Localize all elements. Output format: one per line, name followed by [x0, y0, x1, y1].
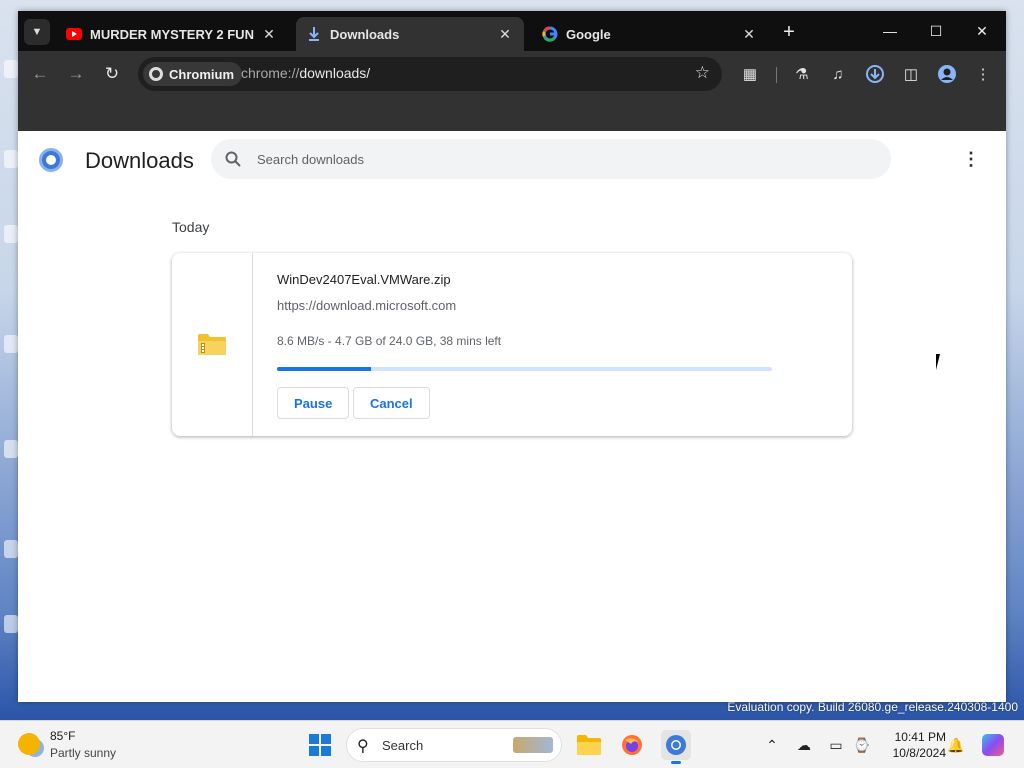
search-highlight-image — [513, 737, 553, 753]
onedrive-offline-icon[interactable]: ☁ — [794, 735, 814, 755]
url-path: downloads/ — [299, 65, 371, 81]
network-icon[interactable]: ⌚ — [852, 735, 872, 755]
tab-title: Google — [566, 26, 611, 42]
file-explorer-app[interactable] — [574, 730, 604, 760]
extensions-icon[interactable]: ▦ — [738, 62, 762, 86]
bookmarks-bar — [18, 97, 1006, 131]
copilot-pre-icon[interactable] — [982, 734, 1004, 756]
chromium-icon — [149, 67, 163, 81]
taskbar-search-label: Search — [382, 738, 424, 753]
notification-bell-icon[interactable]: 🔔 — [946, 735, 966, 755]
downloads-toolbar-icon[interactable] — [863, 62, 887, 86]
url-text[interactable]: chrome://downloads/ — [241, 65, 370, 81]
back-button[interactable]: ← — [28, 62, 52, 86]
browser-toolbar: ← → ↻ Chromium chrome://downloads/ ☆ ▦ ⚗… — [18, 51, 1006, 97]
minimize-button[interactable]: — — [870, 19, 910, 43]
date-section-label: Today — [172, 219, 210, 235]
desktop-icon[interactable] — [4, 150, 18, 168]
google-icon — [542, 26, 558, 42]
address-bar[interactable]: Chromium chrome://downloads/ ☆ — [138, 57, 722, 91]
chromium-app[interactable] — [661, 730, 691, 764]
clock-date: 10/8/2024 — [892, 746, 946, 760]
browser-window: ▼ MURDER MYSTERY 2 FUNNY M ✕ Downloads ✕… — [18, 11, 1006, 702]
weather-temperature: 85°F — [50, 729, 76, 743]
taskbar-search[interactable]: ⚲ Search — [346, 728, 562, 762]
tab-search-button[interactable]: ▼ — [24, 19, 50, 45]
close-tab-icon[interactable]: ✕ — [496, 25, 514, 43]
zip-file-icon — [198, 333, 226, 355]
desktop-icon[interactable] — [4, 335, 18, 353]
chromium-icon — [666, 735, 686, 755]
chevron-down-icon: ▼ — [31, 26, 43, 38]
evaluation-watermark: Evaluation copy. Build 26080.ge_release.… — [727, 700, 1018, 714]
maximize-button[interactable]: ☐ — [916, 19, 956, 43]
media-controls-icon[interactable]: ♫ — [826, 62, 850, 86]
display-icon[interactable]: ▭ — [826, 735, 846, 755]
desktop-icon[interactable] — [4, 540, 18, 558]
toolbar-separator — [776, 67, 777, 83]
reload-icon: ↻ — [104, 64, 120, 83]
folder-icon — [577, 735, 601, 755]
system-clock[interactable]: 10:41 PM 10/8/2024 — [870, 729, 946, 761]
close-tab-icon[interactable]: ✕ — [260, 25, 278, 43]
weather-description: Partly sunny — [50, 746, 117, 760]
download-progress-bar — [277, 367, 772, 371]
arrow-left-icon: ← — [31, 64, 49, 83]
desktop-icon[interactable] — [4, 440, 18, 458]
site-info-chip[interactable]: Chromium — [143, 62, 242, 86]
tab-google[interactable]: Google ✕ — [532, 17, 768, 51]
url-scheme: chrome:// — [241, 65, 300, 81]
search-icon: ⚲ — [357, 738, 369, 755]
bookmark-star-icon[interactable]: ☆ — [695, 63, 710, 83]
labs-flask-icon[interactable]: ⚗ — [790, 62, 814, 86]
tab-title: MURDER MYSTERY 2 FUNNY M — [90, 26, 254, 42]
reload-button[interactable]: ↻ — [100, 62, 124, 86]
profile-avatar-icon[interactable] — [935, 62, 959, 86]
youtube-icon — [66, 26, 82, 42]
forward-button[interactable]: → — [64, 62, 88, 86]
start-button[interactable] — [309, 734, 331, 756]
search-icon — [223, 149, 243, 169]
download-status: 8.6 MB/s - 4.7 GB of 24.0 GB, 38 mins le… — [277, 334, 502, 348]
new-tab-button[interactable]: + — [778, 21, 800, 43]
arrow-right-icon: → — [67, 64, 85, 83]
file-icon-column — [172, 253, 253, 436]
downloads-search[interactable] — [211, 139, 891, 179]
pause-button[interactable]: Pause — [277, 387, 350, 419]
tab-strip: ▼ MURDER MYSTERY 2 FUNNY M ✕ Downloads ✕… — [18, 11, 1006, 51]
partly-sunny-icon — [18, 733, 40, 755]
clock-time: 10:41 PM — [894, 730, 946, 744]
firefox-app[interactable] — [617, 730, 647, 760]
chromium-logo-icon — [39, 148, 63, 172]
tab-downloads[interactable]: Downloads ✕ — [296, 17, 524, 51]
taskbar: 85°F Partly sunny ⚲ Search ⌃ ☁ ▭ ⌚ 10:41… — [0, 720, 1024, 768]
close-tab-icon[interactable]: ✕ — [740, 25, 758, 43]
show-hidden-icons-chevron-up-icon[interactable]: ⌃ — [762, 735, 782, 755]
browser-menu-icon[interactable]: ⋮ — [971, 62, 995, 86]
page-title: Downloads — [85, 148, 194, 173]
tab-title: Downloads — [330, 26, 400, 42]
desktop-icon[interactable] — [4, 60, 18, 78]
download-filename[interactable]: WinDev2407Eval.VMWare.zip — [277, 272, 451, 287]
tab-youtube[interactable]: MURDER MYSTERY 2 FUNNY M ✕ — [56, 17, 288, 51]
download-source-url[interactable]: https://download.microsoft.com — [277, 298, 456, 313]
cancel-button[interactable]: Cancel — [353, 387, 430, 419]
mouse-cursor-icon — [936, 354, 950, 370]
download-progress-fill — [277, 367, 372, 371]
download-icon — [306, 26, 322, 42]
firefox-icon — [622, 735, 642, 755]
download-item: WinDev2407Eval.VMWare.zip https://downlo… — [172, 253, 852, 436]
close-window-button[interactable]: ✕ — [962, 19, 1002, 43]
downloads-page: Downloads ⋮ Today WinDev2407Eval.VMWare.… — [18, 131, 1006, 702]
search-input[interactable] — [257, 149, 857, 169]
more-actions-icon[interactable]: ⋮ — [961, 149, 981, 169]
desktop-icon[interactable] — [4, 615, 18, 633]
desktop-icon[interactable] — [4, 225, 18, 243]
site-chip-label: Chromium — [169, 66, 234, 82]
side-panel-icon[interactable]: ◫ — [899, 62, 923, 86]
